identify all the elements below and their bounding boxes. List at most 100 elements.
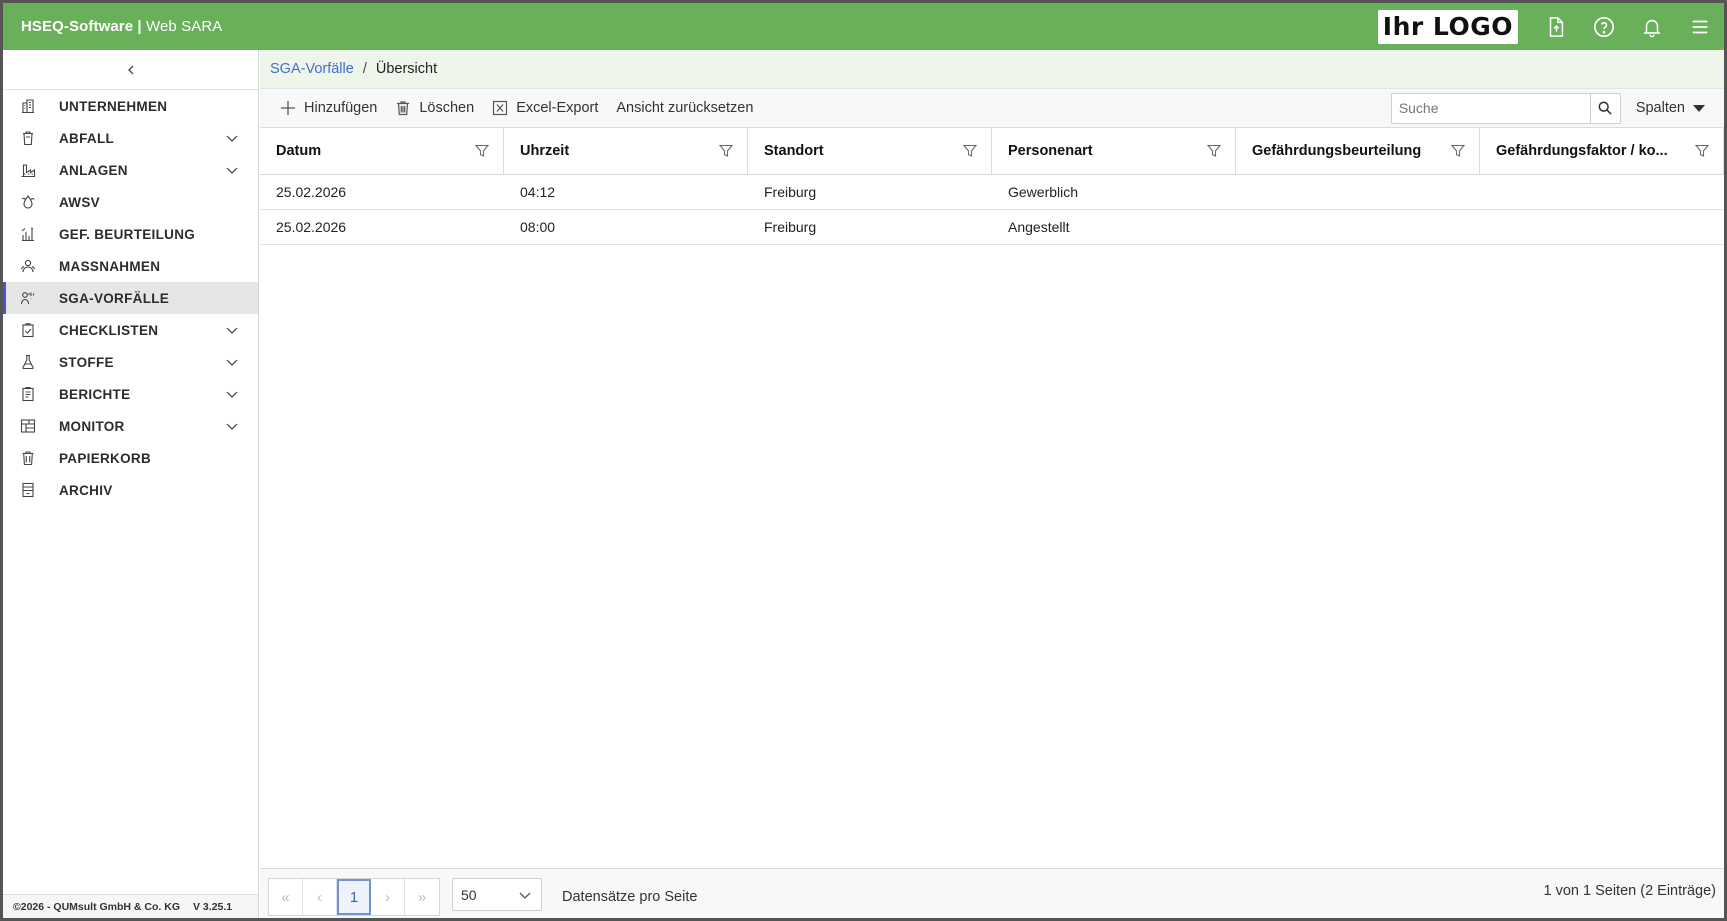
table-cell: Freiburg — [764, 219, 817, 235]
column-header[interactable]: Standort — [748, 128, 992, 174]
add-button-label: Hinzufügen — [304, 100, 378, 116]
records-per-page-label: Datensätze pro Seite — [562, 889, 698, 905]
table-cell — [1236, 175, 1480, 209]
clipboard-check-icon — [20, 322, 36, 338]
sidebar-item-awsv[interactable]: AWSV — [3, 186, 258, 218]
sidebar-nav: UNTERNEHMEN ABFALL ANLAGEN AWSV GEF. BEURTEI… — [3, 90, 258, 506]
people-gear-icon — [20, 258, 36, 274]
caret-down-icon — [1693, 104, 1705, 112]
help-button[interactable] — [1580, 3, 1628, 50]
report-icon — [20, 386, 36, 402]
page-number-button[interactable]: 1 — [337, 879, 371, 915]
grid-header: Datum Uhrzeit Standort Personenart Gefährdun… — [260, 128, 1724, 175]
waste-bin-icon — [20, 130, 36, 146]
breadcrumb-link-sga-vorfaelle[interactable]: SGA-Vorfälle — [270, 61, 354, 77]
file-upload-icon — [1549, 16, 1564, 37]
sidebar-item-unternehmen[interactable]: UNTERNEHMEN — [3, 90, 258, 122]
sidebar-item-label: CHECKLISTEN — [59, 322, 159, 338]
column-header[interactable]: Gefährdungsbeurteilung — [1236, 128, 1480, 174]
sidebar-item-label: UNTERNEHMEN — [59, 98, 168, 114]
filter-icon[interactable] — [962, 144, 978, 158]
table-row[interactable]: 25.02.2026 08:00 Freiburg Angestellt — [260, 210, 1724, 245]
add-button[interactable]: Hinzufügen — [280, 89, 377, 127]
factory-icon — [20, 162, 36, 178]
sidebar-item-berichte[interactable]: BERICHTE — [3, 378, 258, 410]
table-cell: Freiburg — [764, 184, 817, 200]
chevron-down-icon — [519, 892, 531, 899]
sidebar-item-abfall[interactable]: ABFALL — [3, 122, 258, 154]
plus-icon — [281, 101, 295, 115]
filter-icon[interactable] — [474, 144, 490, 158]
page-size-select[interactable]: 50 — [452, 878, 542, 911]
sidebar-item-archiv[interactable]: ARCHIV — [3, 474, 258, 506]
toolbar-right: Spalten — [1390, 89, 1724, 127]
sidebar-footer: ©2026 - QUMsult GmbH & Co. KG V 3.25.1 — [3, 894, 258, 918]
delete-button-label: Löschen — [419, 100, 475, 116]
page-size-value: 50 — [461, 886, 477, 903]
sidebar-item-checklisten[interactable]: CHECKLISTEN — [3, 314, 258, 346]
person-alert-icon — [20, 290, 36, 306]
sidebar-item-massnahmen[interactable]: MASSNAHMEN — [3, 250, 258, 282]
pager-buttons: « ‹ 1 › » — [268, 878, 440, 916]
sidebar-collapse-button[interactable] — [3, 50, 258, 90]
column-header[interactable]: Personenart — [992, 128, 1236, 174]
sidebar-item-label: STOFFE — [59, 354, 114, 370]
sidebar-item-stoffe[interactable]: STOFFE — [3, 346, 258, 378]
column-header-label: Uhrzeit — [520, 143, 570, 159]
sidebar-item-gef-beurteilung[interactable]: GEF. BEURTEILUNG — [3, 218, 258, 250]
filter-icon[interactable] — [718, 144, 734, 158]
file-upload-button[interactable] — [1532, 3, 1580, 50]
sidebar-item-sga-vorfälle[interactable]: SGA-VORFÄLLE — [3, 282, 258, 314]
monitor-grid-icon — [20, 418, 36, 434]
next-page-button[interactable]: › — [371, 879, 405, 915]
column-header[interactable]: Uhrzeit — [504, 128, 748, 174]
app-brand: HSEQ-Software | Web SARA — [21, 18, 222, 35]
brand-product: Web SARA — [146, 18, 223, 35]
column-header[interactable]: Gefährdungsfaktor / ko... — [1480, 128, 1724, 174]
column-header[interactable]: Datum — [260, 128, 504, 174]
chevron-down-icon — [226, 359, 238, 366]
table-cell: 25.02.2026 — [276, 184, 347, 200]
chevron-down-icon — [226, 167, 238, 174]
columns-dropdown[interactable]: Spalten — [1636, 100, 1705, 116]
notifications-button[interactable] — [1628, 3, 1676, 50]
building-icon — [20, 98, 36, 114]
search-icon — [1598, 101, 1612, 115]
column-header-label: Gefährdungsfaktor / ko... — [1496, 143, 1668, 159]
brand-bold: HSEQ-Software — [21, 18, 134, 35]
table-cell: Gewerblich — [1008, 184, 1079, 200]
top-actions: Ihr LOGO — [1377, 3, 1724, 50]
hamburger-menu-icon — [1692, 20, 1708, 33]
main-menu-button[interactable] — [1676, 3, 1724, 50]
previous-page-button[interactable]: ‹ — [303, 879, 337, 915]
sidebar-item-anlagen[interactable]: ANLAGEN — [3, 154, 258, 186]
sidebar-item-label: ANLAGEN — [59, 162, 128, 178]
risk-chart-icon — [20, 226, 36, 242]
sidebar-item-monitor[interactable]: MONITOR — [3, 410, 258, 442]
table-row[interactable]: 25.02.2026 04:12 Freiburg Gewerblich — [260, 175, 1724, 210]
archive-icon — [20, 482, 36, 498]
sidebar-item-label: GEF. BEURTEILUNG — [59, 226, 196, 242]
search-button[interactable] — [1589, 93, 1620, 123]
sidebar-item-papierkorb[interactable]: PAPIERKORB — [3, 442, 258, 474]
table-cell — [1236, 210, 1480, 244]
excel-export-button[interactable]: Excel-Export — [492, 89, 598, 127]
sidebar-item-label: PAPIERKORB — [59, 450, 152, 466]
search-input[interactable] — [1391, 93, 1590, 123]
last-page-button[interactable]: » — [405, 879, 439, 915]
first-page-button[interactable]: « — [269, 879, 303, 915]
reset-view-button[interactable]: Ansicht zurücksetzen — [616, 89, 753, 127]
main-content: SGA-Vorfälle / Übersicht Hinzufügen Lösc… — [260, 50, 1724, 918]
breadcrumb-separator: / — [362, 61, 367, 77]
reset-view-label: Ansicht zurücksetzen — [616, 100, 754, 116]
filter-icon[interactable] — [1694, 144, 1710, 158]
sidebar-item-label: BERICHTE — [59, 386, 131, 402]
filter-icon[interactable] — [1450, 144, 1466, 158]
brand-separator: | — [133, 18, 146, 35]
chevron-left-icon — [127, 65, 133, 74]
columns-dropdown-label: Spalten — [1635, 100, 1685, 116]
delete-button[interactable]: Löschen — [395, 89, 474, 127]
table-cell: 08:00 — [520, 219, 556, 235]
help-icon — [1594, 16, 1614, 37]
filter-icon[interactable] — [1206, 144, 1222, 158]
